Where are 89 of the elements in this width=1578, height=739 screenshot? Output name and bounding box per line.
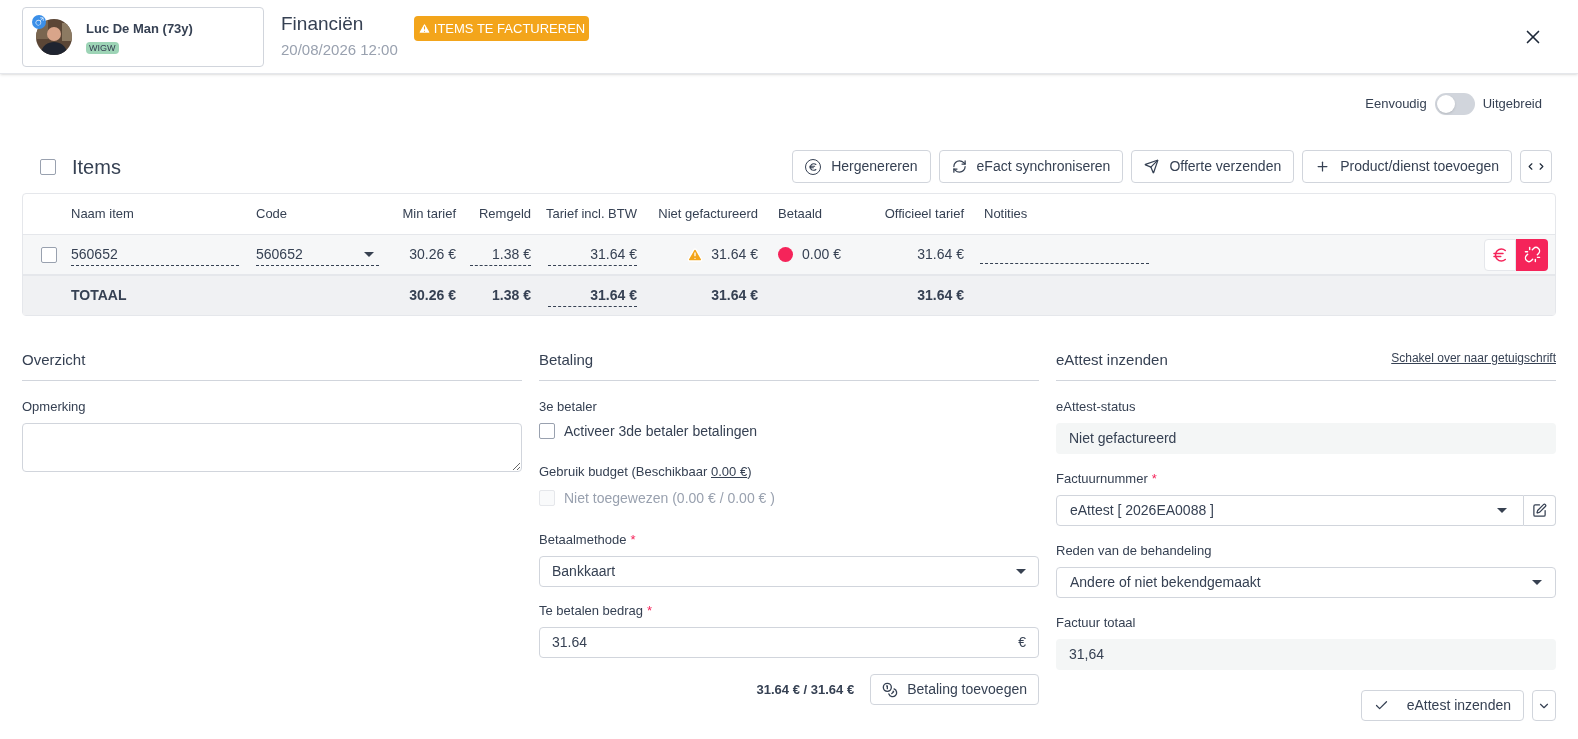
- field-label: Te betalen bedrag: [539, 602, 644, 621]
- column-header: Betaald: [777, 205, 824, 224]
- action-button[interactable]: Hergenereren: [792, 150, 931, 183]
- toggle-label: Eenvoudig: [1365, 95, 1427, 114]
- view-toggle[interactable]: [1434, 93, 1475, 115]
- dropdown-button[interactable]: [1532, 690, 1556, 721]
- total-cell-text: 31.64 €: [916, 286, 965, 305]
- coins-icon: [882, 681, 899, 698]
- send-icon: [1144, 159, 1160, 174]
- column-header: Remgeld: [477, 205, 532, 224]
- table-cell-text: 31.64 €: [711, 245, 758, 264]
- reason-select[interactable]: Andere of niet bekendgemaakt: [1056, 567, 1556, 598]
- field-label: Opmerking: [22, 398, 86, 417]
- total-cell-text: 30.26 €: [408, 286, 457, 305]
- price-field[interactable]: 31.64 €: [548, 243, 637, 266]
- expand-button[interactable]: [1520, 150, 1552, 183]
- invoice-total-field: 31,64: [1056, 639, 1556, 670]
- checkbox[interactable]: [539, 423, 555, 439]
- required-mark: *: [630, 531, 636, 550]
- total-cell-text: 31.64 €: [710, 286, 759, 305]
- column-header: Tarief incl. BTW: [545, 205, 638, 224]
- invoice-button[interactable]: [1484, 238, 1516, 271]
- field-label: Factuurnummer: [1056, 470, 1148, 489]
- column-header: Niet gefactureerd: [657, 205, 759, 224]
- checkbox-label: Activeer 3de betaler betalingen: [564, 421, 758, 441]
- required-mark: *: [647, 602, 653, 621]
- caret-icon: [1532, 580, 1542, 585]
- action-button[interactable]: Product/dienst toevoegen: [1302, 150, 1512, 183]
- code-select[interactable]: 560652: [256, 243, 379, 266]
- column-header: Notities: [983, 205, 1029, 224]
- table-cell-text: 31.64 €: [916, 245, 965, 264]
- column-header: Officieel tarief: [883, 205, 965, 224]
- table-cell-text: 30.26 €: [408, 245, 457, 264]
- code-icon: [1525, 161, 1547, 172]
- edit-button[interactable]: [1524, 495, 1556, 526]
- add-payment-button[interactable]: Betaling toevoegen: [870, 674, 1039, 705]
- checkbox[interactable]: [41, 246, 57, 263]
- plus-icon: [1315, 159, 1331, 174]
- caret-icon: [1497, 508, 1507, 513]
- submit-button[interactable]: eAttest inzenden: [1360, 690, 1524, 721]
- field-label: 3e betaler: [539, 398, 597, 417]
- patient-tag: WIGW: [86, 41, 119, 54]
- refresh-icon: [951, 159, 967, 174]
- field-label: eAttest-status: [1056, 398, 1136, 417]
- column-header: Naam item: [71, 205, 135, 224]
- warning-icon: [417, 22, 431, 35]
- patient-card[interactable]: Luc De Man (73y) WIGW: [22, 6, 264, 67]
- field-label: Factuur totaal: [1056, 614, 1136, 633]
- date-time: 20/08/2026 12:00: [281, 39, 398, 60]
- switch-link[interactable]: Schakel over naar getuigschrift: [1391, 349, 1556, 367]
- budget-link[interactable]: 0.00 €: [711, 464, 748, 479]
- column-header: Min tarief: [401, 205, 457, 224]
- name-field[interactable]: 560652: [71, 243, 239, 266]
- table-cell-text: 0.00 €: [802, 245, 841, 264]
- unlink-button[interactable]: [1516, 238, 1548, 271]
- budget-label: Gebruik budget (Beschikbaar 0.00 €): [539, 464, 752, 479]
- column-header: Code: [256, 205, 289, 224]
- section-title: Betaling: [539, 350, 594, 370]
- action-button[interactable]: Offerte verzenden: [1131, 150, 1295, 183]
- status-badge: ITEMS TE FACTUREREN: [413, 16, 590, 41]
- field-label: Reden van de behandeling: [1056, 542, 1212, 561]
- total-price-field[interactable]: 31.64 €: [548, 284, 637, 307]
- edit-icon: [1532, 503, 1547, 518]
- section-title: Overzicht: [22, 350, 86, 370]
- page-title: Financiën: [281, 11, 365, 36]
- remgeld-field[interactable]: 1.38 €: [470, 243, 531, 266]
- payment-method-select[interactable]: Bankkaart: [539, 556, 1039, 587]
- invoice-number-select[interactable]: eAttest [ 2026EA0088 ]: [1056, 495, 1524, 526]
- required-mark: *: [1151, 470, 1157, 489]
- unlink-icon: [1523, 246, 1541, 263]
- field-label: Betaalmethode: [539, 531, 627, 550]
- section-title: eAttest inzenden: [1056, 350, 1168, 370]
- checkbox-label: Niet toegewezen (0.00 € / 0.00 € ): [564, 488, 775, 508]
- section-title: Items: [72, 154, 121, 180]
- action-button[interactable]: eFact synchroniseren: [938, 150, 1124, 183]
- remark-field[interactable]: [22, 423, 522, 472]
- male-icon: [32, 14, 46, 29]
- caret-icon: [364, 251, 374, 257]
- patient-name: Luc De Man (73y): [86, 20, 193, 39]
- currency-suffix: €: [1018, 633, 1026, 652]
- status-field: Niet gefactureerd: [1056, 423, 1556, 454]
- euro-icon: [1491, 245, 1509, 264]
- amount-field[interactable]: 31.64 €: [539, 627, 1039, 658]
- caret-icon: [1016, 569, 1026, 574]
- total-cell-text: 1.38 €: [491, 286, 532, 305]
- total-label: TOTAAL: [71, 286, 128, 305]
- toggle-label: Uitgebreid: [1482, 95, 1542, 114]
- payment-summary: 31.64 € / 31.64 €: [756, 680, 855, 699]
- checkbox[interactable]: [40, 158, 56, 175]
